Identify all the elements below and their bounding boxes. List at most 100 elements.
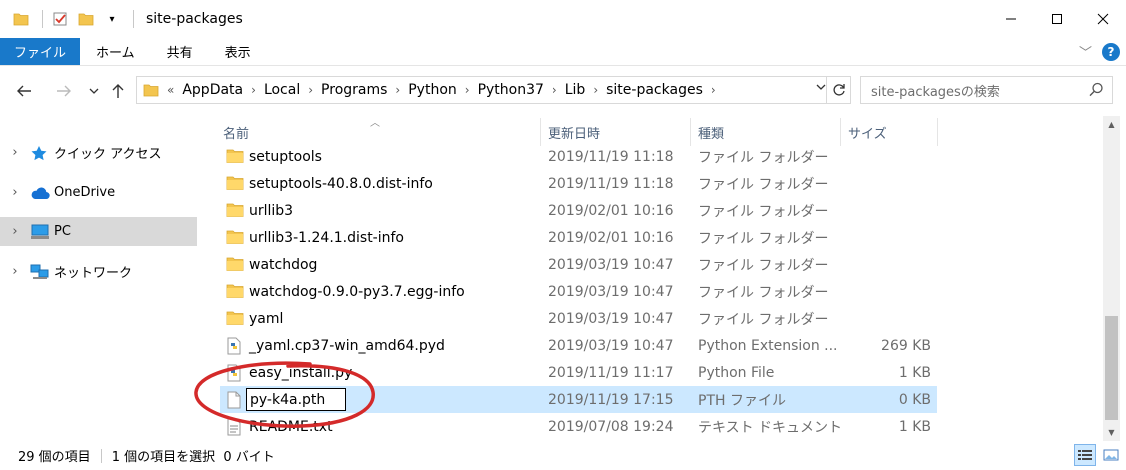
file-row[interactable]: urllib3-1.24.1.dist-info 2019/02/01 10:16… <box>220 224 937 251</box>
vertical-scrollbar[interactable]: ▲ ▼ <box>1103 116 1120 441</box>
nav-item-label: OneDrive <box>54 185 116 200</box>
breadcrumb-programs[interactable]: Programs <box>315 82 393 98</box>
file-date: 2019/03/19 10:47 <box>548 337 674 354</box>
scrollbar-thumb[interactable] <box>1105 316 1118 420</box>
search-placeholder: site-packagesの検索 <box>871 84 1000 100</box>
breadcrumb-python37[interactable]: Python37 <box>472 82 550 98</box>
properties-icon[interactable] <box>49 8 71 30</box>
minimize-button[interactable] <box>988 0 1034 38</box>
chevron-right-icon[interactable]: › <box>550 83 559 97</box>
close-button[interactable] <box>1080 0 1126 38</box>
tab-home[interactable]: ホーム <box>80 38 151 65</box>
nav-item-label: PC <box>54 224 71 239</box>
computer-icon <box>30 223 52 241</box>
window-controls <box>988 0 1126 38</box>
address-row: « AppData › Local › Programs › Python › … <box>0 66 1126 116</box>
file-row[interactable]: _yaml.cp37-win_amd64.pyd 2019/03/19 10:47… <box>220 332 937 359</box>
ribbon-controls: ﹀ ? <box>1079 42 1120 61</box>
file-date: 2019/03/19 10:47 <box>548 310 674 327</box>
nav-item-quick-access[interactable]: › クイック アクセス <box>0 138 197 167</box>
toolbar-divider <box>42 10 43 28</box>
nav-item-network[interactable]: › ネットワーク <box>0 257 197 286</box>
file-type: ファイル フォルダー <box>698 311 829 328</box>
breadcrumb-python[interactable]: Python <box>402 82 463 98</box>
chevron-right-icon[interactable]: › <box>0 264 30 279</box>
tab-view[interactable]: 表示 <box>209 38 267 65</box>
view-buttons <box>1074 444 1122 466</box>
ribbon-tabs: ファイル ホーム 共有 表示 ﹀ ? <box>0 38 1126 66</box>
chevron-right-icon[interactable]: › <box>591 83 600 97</box>
file-type: ファイル フォルダー <box>698 149 829 166</box>
chevron-right-icon[interactable]: › <box>393 83 402 97</box>
file-type: Python Extension ... <box>698 337 838 354</box>
breadcrumb-lib[interactable]: Lib <box>559 82 592 98</box>
toolbar-divider <box>133 10 134 28</box>
nav-item-onedrive[interactable]: › OneDrive <box>0 178 197 207</box>
file-date: 2019/07/08 19:24 <box>548 418 674 435</box>
file-date: 2019/11/19 11:18 <box>548 175 674 192</box>
file-name: watchdog <box>249 256 318 273</box>
expand-ribbon-icon[interactable]: ﹀ <box>1079 42 1092 61</box>
title-bar: ▾ site-packages <box>0 0 1126 38</box>
column-header-label: 種類 <box>698 126 725 142</box>
file-name: yaml <box>249 310 284 327</box>
file-row[interactable]: urllib3 2019/02/01 10:16 ファイル フォルダー <box>220 197 937 224</box>
file-name: _yaml.cp37-win_amd64.pyd <box>249 337 445 354</box>
breadcrumb-overflow[interactable]: « <box>165 83 176 97</box>
refresh-button[interactable] <box>826 77 850 103</box>
scroll-up-button[interactable]: ▲ <box>1103 116 1120 133</box>
folder-icon <box>226 256 244 273</box>
file-row[interactable]: watchdog 2019/03/19 10:47 ファイル フォルダー <box>220 251 937 278</box>
file-row[interactable]: watchdog-0.9.0-py3.7.egg-info 2019/03/19 … <box>220 278 937 305</box>
nav-item-label: クイック アクセス <box>54 147 162 162</box>
details-view-button[interactable] <box>1074 444 1096 466</box>
folder-icon <box>226 283 244 300</box>
chevron-right-icon[interactable]: › <box>463 83 472 97</box>
chevron-right-icon[interactable]: › <box>0 145 30 160</box>
address-dropdown-button[interactable] <box>816 81 826 94</box>
column-divider[interactable] <box>937 118 938 146</box>
file-date: 2019/11/19 11:17 <box>548 364 674 381</box>
up-button[interactable] <box>104 77 132 105</box>
file-date: 2019/02/01 10:16 <box>548 202 674 219</box>
nav-item-pc[interactable]: › PC <box>0 217 197 246</box>
item-count: 29 個の項目 <box>18 450 91 465</box>
tab-file[interactable]: ファイル <box>0 38 81 65</box>
file-type: テキスト ドキュメント <box>698 419 843 436</box>
scroll-down-button[interactable]: ▼ <box>1103 424 1120 441</box>
breadcrumb-appdata[interactable]: AppData <box>176 82 249 98</box>
folder-icon <box>226 310 244 327</box>
chevron-right-icon[interactable]: › <box>0 224 30 239</box>
back-button[interactable] <box>10 77 38 105</box>
file-type: ファイル フォルダー <box>698 257 829 274</box>
tab-share[interactable]: 共有 <box>151 38 209 65</box>
file-row[interactable]: setuptools-40.8.0.dist-info 2019/11/19 11… <box>220 170 937 197</box>
new-folder-icon[interactable] <box>75 8 97 30</box>
breadcrumb-site-packages[interactable]: site-packages <box>600 82 709 98</box>
chevron-right-icon[interactable]: › <box>306 83 315 97</box>
navigation-pane: › クイック アクセス › OneDrive › PC › ネットワーク <box>0 116 197 441</box>
window-title: site-packages <box>146 11 243 27</box>
customize-toolbar-icon[interactable]: ▾ <box>101 8 123 30</box>
large-icons-view-button[interactable] <box>1100 444 1122 466</box>
column-header-label: 更新日時 <box>548 126 601 142</box>
file-size: 269 KB <box>881 337 931 354</box>
maximize-button[interactable] <box>1034 0 1080 38</box>
file-row[interactable]: setuptools 2019/11/19 11:18 ファイル フォルダー <box>220 143 937 170</box>
file-date: 2019/03/19 10:47 <box>548 283 674 300</box>
file-size: 1 KB <box>898 364 931 381</box>
star-icon <box>30 144 52 162</box>
search-icon <box>1089 82 1104 101</box>
chevron-right-icon[interactable]: › <box>709 83 718 97</box>
chevron-right-icon[interactable]: › <box>249 83 258 97</box>
status-bar: 29 個の項目 1 個の項目を選択 0 バイト <box>0 441 1126 470</box>
search-input[interactable]: site-packagesの検索 <box>860 76 1113 104</box>
file-date: 2019/11/19 17:15 <box>548 391 674 408</box>
file-size: 0 KB <box>898 391 931 408</box>
address-bar[interactable]: « AppData › Local › Programs › Python › … <box>136 76 851 104</box>
breadcrumb-local[interactable]: Local <box>258 82 306 98</box>
help-icon[interactable]: ? <box>1102 42 1120 61</box>
forward-button[interactable] <box>50 77 78 105</box>
file-row[interactable]: yaml 2019/03/19 10:47 ファイル フォルダー <box>220 305 937 332</box>
chevron-right-icon[interactable]: › <box>0 185 30 200</box>
